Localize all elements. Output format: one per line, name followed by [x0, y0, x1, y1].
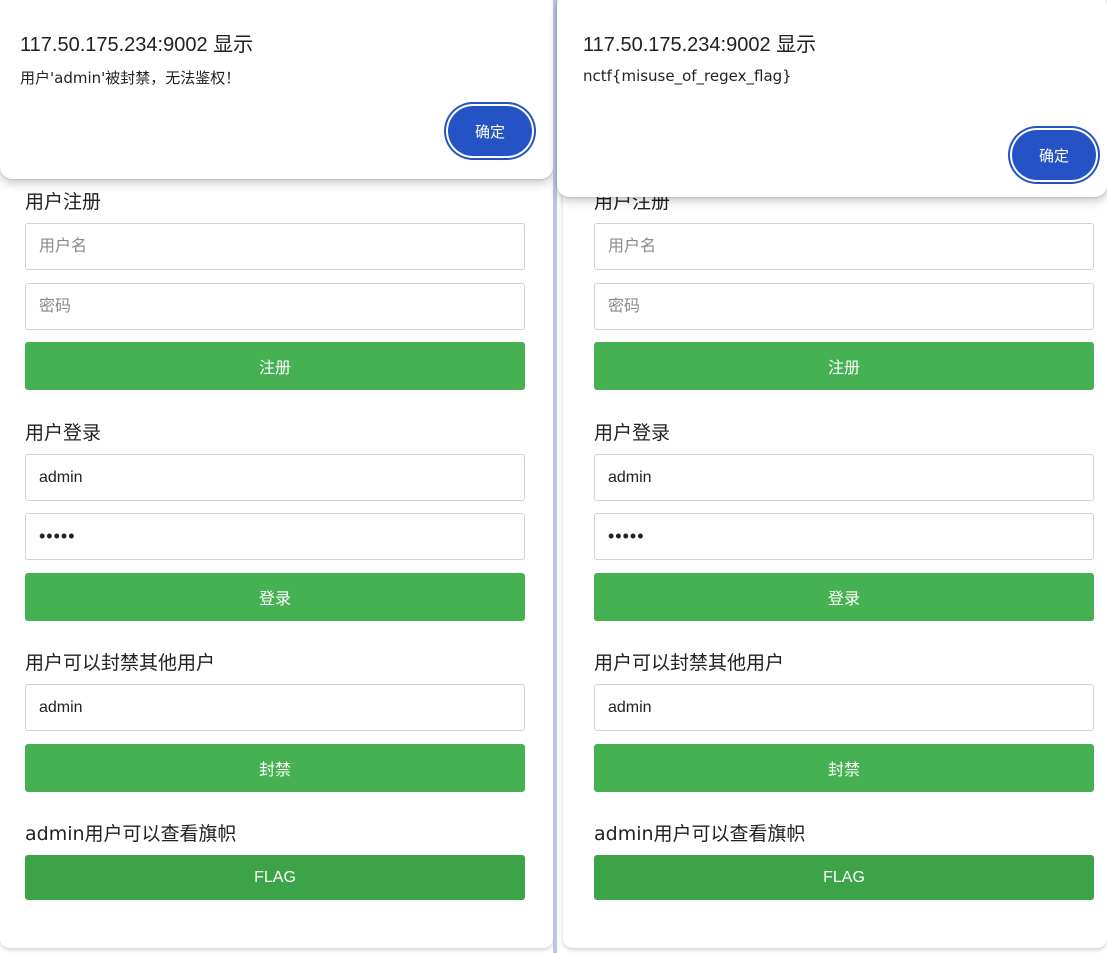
login-username-input[interactable]: [594, 454, 1094, 501]
ban-title: 用户可以封禁其他用户: [25, 652, 216, 674]
alert-dialog: 117.50.175.234:9002 显示 nctf{misuse_of_re…: [557, 0, 1107, 197]
login-title: 用户登录: [25, 422, 102, 444]
register-password-input[interactable]: [25, 283, 525, 330]
dialog-ok-button[interactable]: 确定: [448, 106, 532, 156]
flag-button[interactable]: FLAG: [594, 855, 1094, 900]
login-password-input[interactable]: [25, 513, 525, 560]
register-title: 用户注册: [25, 191, 102, 213]
register-username-input[interactable]: [25, 223, 525, 270]
register-button[interactable]: 注册: [594, 342, 1094, 390]
flag-button[interactable]: FLAG: [25, 855, 525, 900]
dialog-ok-button[interactable]: 确定: [1012, 130, 1096, 180]
flag-title: admin用户可以查看旗帜: [594, 823, 806, 845]
login-button[interactable]: 登录: [25, 573, 525, 621]
login-title: 用户登录: [594, 422, 671, 444]
dialog-title: 117.50.175.234:9002 显示: [20, 34, 254, 56]
ban-title: 用户可以封禁其他用户: [594, 652, 785, 674]
login-button[interactable]: 登录: [594, 573, 1094, 621]
register-button[interactable]: 注册: [25, 342, 525, 390]
ban-button[interactable]: 封禁: [594, 744, 1094, 792]
login-password-input[interactable]: [594, 513, 1094, 560]
dialog-message: nctf{misuse_of_regex_flag}: [583, 67, 792, 85]
login-username-input[interactable]: [25, 454, 525, 501]
alert-dialog: 117.50.175.234:9002 显示 用户'admin'被封禁，无法鉴权…: [0, 0, 553, 179]
dialog-message: 用户'admin'被封禁，无法鉴权！: [20, 69, 241, 87]
flag-title: admin用户可以查看旗帜: [25, 823, 237, 845]
ban-username-input[interactable]: [25, 684, 525, 731]
register-username-input[interactable]: [594, 223, 1094, 270]
dialog-title: 117.50.175.234:9002 显示: [583, 34, 817, 56]
ban-username-input[interactable]: [594, 684, 1094, 731]
ban-button[interactable]: 封禁: [25, 744, 525, 792]
register-password-input[interactable]: [594, 283, 1094, 330]
